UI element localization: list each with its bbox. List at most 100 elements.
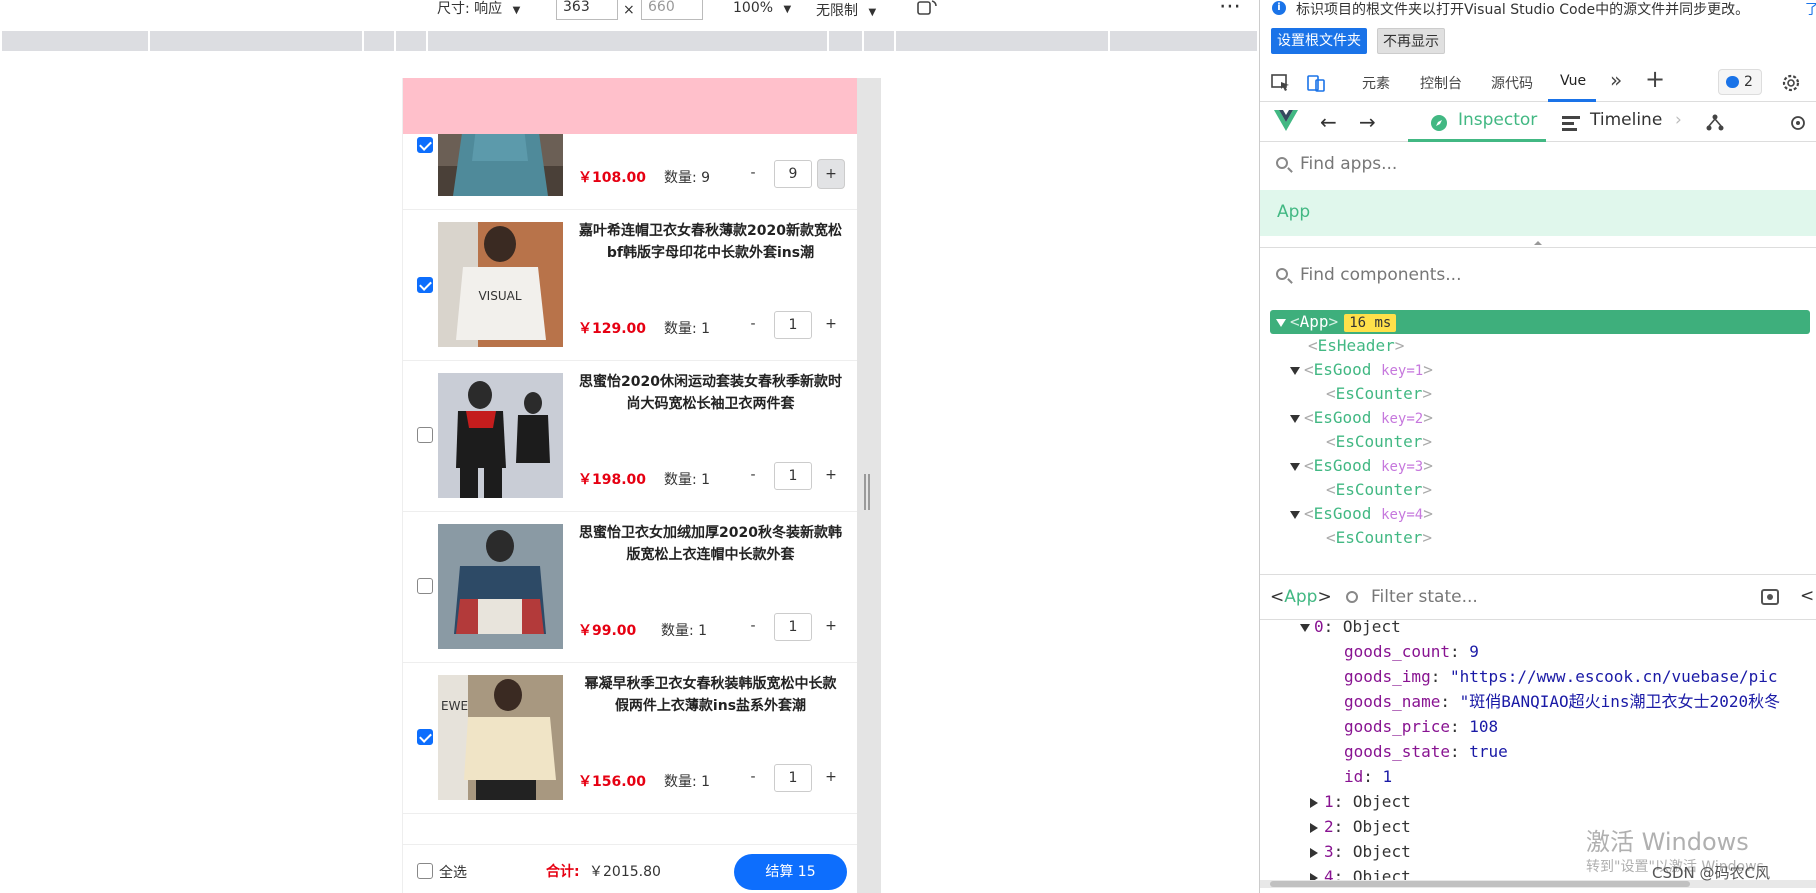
add-tab-icon[interactable]: +: [1645, 65, 1665, 93]
increment-button[interactable]: +: [817, 612, 845, 642]
good-checkbox[interactable]: [417, 277, 433, 293]
good-title: 幂凝早秋季卫衣女春秋装韩版宽松中长款假两件上衣薄款ins盐系外套潮: [584, 676, 837, 714]
checkout-button[interactable]: 结算 15: [734, 854, 847, 890]
devtools-tabbar: 元素 控制台 源代码 Vue » + 2: [1260, 62, 1816, 102]
learn-more-link[interactable]: 了: [1805, 0, 1816, 19]
width-input[interactable]: 363: [556, 0, 618, 20]
open-in-editor-icon[interactable]: <>: [1800, 586, 1816, 606]
more-options-icon[interactable]: ⋯: [1219, 0, 1242, 19]
good-checkbox[interactable]: [417, 578, 433, 594]
throttle-dropdown[interactable]: 无限制 ▼: [816, 0, 876, 20]
count-input[interactable]: 1: [774, 613, 812, 641]
timeline-icon: [1562, 116, 1580, 131]
tree-node[interactable]: <EsCounter>: [1260, 382, 1816, 406]
state-field-row: goods_img: "https://www.escook.cn/vuebas…: [1344, 667, 1778, 686]
tree-node[interactable]: <EsGood key=4>: [1260, 502, 1816, 526]
state-object-row[interactable]: 3: Object: [1310, 839, 1411, 864]
state-value: "https://www.escook.cn/vuebase/pic: [1449, 667, 1778, 686]
select-all-label[interactable]: 全选: [439, 862, 467, 882]
collapse-triangle-icon[interactable]: [1310, 847, 1318, 858]
info-icon: i: [1272, 1, 1286, 15]
tab-timeline[interactable]: Timeline: [1590, 110, 1662, 130]
issues-badge[interactable]: 2: [1718, 69, 1762, 95]
collapse-triangle-icon[interactable]: [1310, 797, 1318, 808]
more-tabs-icon[interactable]: »: [1610, 68, 1622, 92]
collapse-triangle-icon[interactable]: [1310, 822, 1318, 833]
increment-button[interactable]: +: [817, 461, 845, 491]
inspect-element-icon[interactable]: [1270, 72, 1292, 94]
count-input[interactable]: 9: [774, 160, 812, 188]
select-all-checkbox[interactable]: [417, 863, 433, 879]
increment-button[interactable]: +: [817, 310, 845, 340]
decrement-button[interactable]: -: [739, 612, 767, 642]
decrement-button[interactable]: -: [739, 159, 767, 189]
state-value: "斑俏BANQIAO超火ins潮卫衣女士2020秋冬: [1459, 692, 1781, 711]
tree-node[interactable]: <EsGood key=1>: [1260, 358, 1816, 382]
dimensions-dropdown[interactable]: 尺寸: 响应 ▼: [437, 0, 520, 20]
filter-state-input[interactable]: Filter state...: [1371, 587, 1478, 607]
tree-node[interactable]: <EsCounter>: [1260, 526, 1816, 550]
product-image: VISUAL: [438, 222, 563, 347]
count-input[interactable]: 1: [774, 462, 812, 490]
find-apps-search[interactable]: Find apps...: [1260, 143, 1816, 187]
tab-elements[interactable]: 元素: [1362, 73, 1390, 93]
height-input[interactable]: 660: [641, 0, 703, 20]
count-input[interactable]: 1: [774, 311, 812, 339]
expand-triangle-icon[interactable]: [1276, 318, 1286, 327]
svg-text:EWE: EWE: [441, 699, 468, 713]
zoom-dropdown[interactable]: 100% ▼: [733, 0, 791, 16]
tab-sources[interactable]: 源代码: [1491, 73, 1533, 93]
expand-triangle-icon[interactable]: [1290, 510, 1300, 519]
component-name: EsCounter: [1335, 384, 1423, 403]
count-input[interactable]: 1: [774, 764, 812, 792]
state-object-row[interactable]: 0: Object: [1300, 614, 1401, 639]
scroll-to-component-icon[interactable]: [1761, 589, 1779, 605]
tree-node-app[interactable]: <App> 16 ms: [1270, 310, 1810, 334]
find-components-search[interactable]: Find components...: [1260, 254, 1816, 298]
tree-node[interactable]: <EsGood key=2>: [1260, 406, 1816, 430]
forward-arrow-icon[interactable]: →: [1359, 110, 1376, 134]
target-icon[interactable]: [1788, 113, 1808, 133]
increment-button[interactable]: +: [817, 159, 845, 189]
good-quantity-label: 数量: 1: [664, 774, 711, 790]
state-key: goods_count: [1344, 642, 1450, 661]
search-icon: [1276, 268, 1288, 280]
good-checkbox[interactable]: [417, 427, 433, 443]
good-checkbox[interactable]: [417, 137, 433, 153]
tab-console[interactable]: 控制台: [1420, 73, 1462, 93]
state-type: Object: [1352, 817, 1411, 836]
state-value: 9: [1469, 642, 1479, 661]
resize-handle[interactable]: [864, 474, 870, 510]
set-root-folder-button[interactable]: 设置根文件夹: [1271, 28, 1367, 54]
tree-node[interactable]: <EsCounter>: [1260, 478, 1816, 502]
gear-icon[interactable]: [1780, 72, 1802, 94]
device-toggle-icon[interactable]: [1305, 72, 1327, 94]
app-list-item[interactable]: App: [1260, 190, 1816, 236]
expand-triangle-icon[interactable]: [1300, 623, 1310, 632]
expand-triangle-icon[interactable]: [1290, 414, 1300, 423]
decrement-button[interactable]: -: [739, 461, 767, 491]
decrement-button[interactable]: -: [739, 310, 767, 340]
component-name: EsGood: [1313, 456, 1372, 475]
back-arrow-icon[interactable]: ←: [1320, 110, 1337, 134]
component-tree-icon[interactable]: [1706, 113, 1724, 131]
state-object-row[interactable]: 2: Object: [1310, 814, 1411, 839]
decrement-button[interactable]: -: [739, 763, 767, 793]
es-counter: - 1 +: [739, 310, 845, 340]
pane-splitter[interactable]: [1260, 236, 1816, 248]
expand-triangle-icon[interactable]: [1290, 462, 1300, 471]
find-apps-placeholder: Find apps...: [1300, 154, 1398, 174]
state-object-row[interactable]: 1: Object: [1310, 789, 1411, 814]
dont-show-again-button[interactable]: 不再显示: [1377, 28, 1445, 54]
increment-button[interactable]: +: [817, 763, 845, 793]
tree-node[interactable]: <EsHeader>: [1260, 334, 1816, 358]
es-counter: - 1 +: [739, 461, 845, 491]
expand-triangle-icon[interactable]: [1290, 366, 1300, 375]
good-checkbox[interactable]: [417, 729, 433, 745]
tree-node[interactable]: <EsCounter>: [1260, 430, 1816, 454]
vue-logo-icon: [1274, 110, 1298, 131]
tab-vue[interactable]: Vue: [1560, 73, 1586, 89]
tab-inspector[interactable]: Inspector: [1458, 110, 1537, 130]
tree-node[interactable]: <EsGood key=3>: [1260, 454, 1816, 478]
rotate-icon[interactable]: [916, 0, 938, 18]
